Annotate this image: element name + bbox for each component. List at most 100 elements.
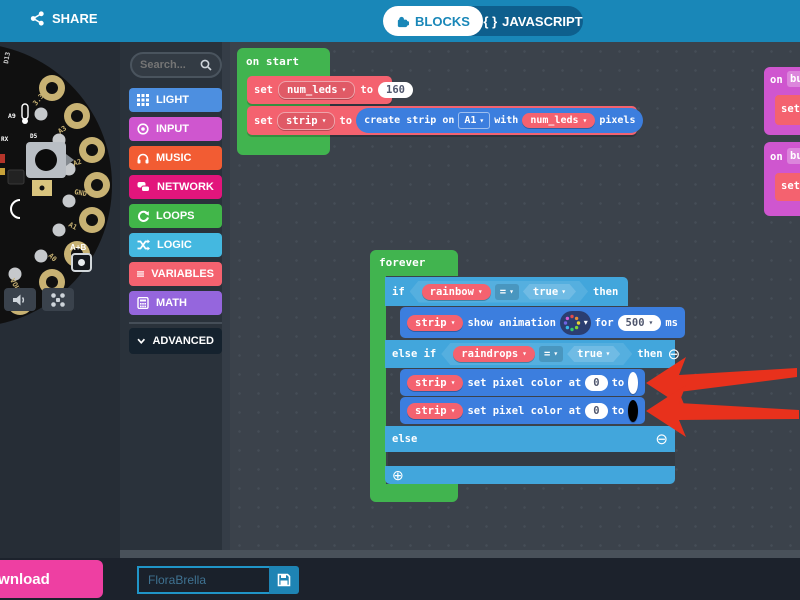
calculator-icon [137, 297, 149, 309]
number-input[interactable]: 160 [378, 82, 413, 98]
forever-foot [370, 484, 458, 502]
variable-dropdown[interactable]: num_leds▾ [278, 81, 355, 99]
simulator-panel: 3.3V A3 A2 GND A1 A0 VOUT D13 A9 RX D5 [0, 42, 120, 558]
add-branch-button[interactable]: ⊕ [392, 468, 404, 482]
set-num-leds-block[interactable]: set num_leds▾ to 160 [247, 76, 392, 104]
forever-block[interactable]: forever [370, 250, 458, 276]
boolean-dropdown[interactable]: true▾ [567, 346, 620, 362]
button-dropdown[interactable]: bu [787, 71, 800, 87]
collapse-branch-button[interactable]: ⊖ [668, 347, 681, 362]
set-block-partial[interactable]: set [775, 173, 800, 201]
editor-toggle: BLOCKS { } JAVASCRIPT [383, 6, 583, 36]
category-input[interactable]: INPUT [129, 117, 222, 141]
keyword: show animation [467, 317, 556, 329]
category-label: MATH [156, 297, 187, 309]
download-label: Download [0, 571, 50, 588]
duration-dropdown[interactable]: 500▾ [618, 315, 662, 331]
condition-slot: rainbow▾ =▾ true▾ [410, 281, 588, 303]
set-strip-block[interactable]: set strip▾ to create strip on A1▾ with n… [247, 106, 637, 135]
color-swatch-white[interactable] [628, 372, 638, 394]
operator-dropdown[interactable]: =▾ [539, 346, 563, 362]
add-branch-row[interactable]: ⊕ [385, 466, 675, 484]
color-swatch-black[interactable] [628, 400, 638, 422]
fullscreen-button[interactable] [42, 288, 74, 311]
keyword: on [770, 74, 783, 86]
keyword: to [339, 115, 352, 127]
on-button-block-2[interactable]: on bu set [764, 142, 800, 216]
on-start-label: on start [246, 55, 299, 68]
category-loops[interactable]: LOOPS [129, 204, 222, 228]
label-a9: A9 [8, 112, 16, 120]
loop-icon [137, 210, 149, 222]
keyword: then [637, 348, 662, 360]
set-pixel-color-block-2[interactable]: strip▾ set pixel color at 0 to [400, 397, 645, 424]
save-icon [277, 573, 291, 587]
category-advanced[interactable]: ADVANCED [129, 328, 222, 354]
number-input[interactable]: 0 [585, 403, 607, 419]
keyword: pixels [599, 115, 635, 126]
else-row[interactable]: else ⊖ [385, 426, 675, 452]
variable-dropdown[interactable]: strip▾ [407, 375, 463, 391]
category-variables[interactable]: VARIABLES [129, 262, 222, 286]
keyword: to [612, 405, 625, 417]
boolean-dropdown[interactable]: true▾ [523, 284, 576, 300]
collapse-branch-button[interactable]: ⊖ [655, 432, 668, 447]
keyword: create strip on [364, 115, 454, 126]
variable-dropdown[interactable]: raindrops▾ [453, 346, 535, 362]
set-pixel-color-block-1[interactable]: strip▾ set pixel color at 0 to [400, 369, 645, 396]
button-dropdown[interactable]: bu [787, 148, 800, 164]
save-button[interactable] [269, 566, 299, 594]
keyword: set pixel color at [467, 377, 581, 389]
category-logic[interactable]: LOGIC [129, 233, 222, 257]
keyword: else [392, 433, 417, 445]
operator-dropdown[interactable]: =▾ [495, 284, 519, 300]
chat-bubbles-icon [137, 181, 150, 193]
pin-dropdown[interactable]: A1▾ [458, 112, 490, 129]
category-music[interactable]: MUSIC [129, 146, 222, 170]
list-icon [137, 268, 144, 280]
project-name-input[interactable] [137, 566, 269, 594]
mute-button[interactable] [4, 288, 36, 311]
category-network[interactable]: NETWORK [129, 175, 222, 199]
keyword: else if [392, 348, 436, 360]
share-button[interactable]: SHARE [30, 11, 98, 26]
variable-dropdown[interactable]: strip▾ [407, 315, 463, 331]
variable-dropdown[interactable]: num_leds▾ [522, 113, 595, 128]
empty-statement-slot[interactable] [388, 452, 675, 466]
share-label: SHARE [52, 11, 98, 26]
block-workspace[interactable]: on start set num_leds▾ to 160 set strip▾… [230, 42, 800, 558]
elseif-row[interactable]: else if raindrops▾ =▾ true▾ then ⊖ [385, 340, 675, 368]
keyword: for [595, 317, 614, 329]
tab-blocks-label: BLOCKS [415, 14, 470, 29]
set-block-partial[interactable]: set [775, 95, 800, 125]
keyword: to [360, 84, 373, 96]
share-icon [30, 11, 45, 26]
toolbox-search[interactable] [130, 52, 222, 78]
variable-dropdown[interactable]: strip▾ [407, 403, 463, 419]
download-button[interactable]: Download [0, 560, 103, 598]
search-input[interactable] [140, 59, 200, 71]
tab-blocks[interactable]: BLOCKS [383, 6, 483, 36]
show-animation-block[interactable]: strip▾ show animation ▾ for 500▾ ms [400, 307, 685, 338]
keyword: if [392, 286, 405, 298]
toolbox-gutter [222, 42, 230, 558]
tab-javascript[interactable]: { } JAVASCRIPT [483, 14, 583, 29]
category-label: ADVANCED [152, 335, 214, 347]
number-input[interactable]: 0 [585, 375, 607, 391]
variable-dropdown[interactable]: strip▾ [277, 112, 335, 130]
label-rx: RX [1, 136, 9, 143]
on-button-block-1[interactable]: on bu set [764, 67, 800, 135]
category-label: INPUT [156, 123, 189, 135]
footer-bar: Download [0, 558, 800, 600]
rainbow-animation-icon [563, 314, 581, 332]
speaker-icon [13, 294, 27, 306]
create-strip-block[interactable]: create strip on A1▾ with num_leds▾ pixel… [356, 108, 643, 133]
keyword: set pixel color at [467, 405, 581, 417]
chevron-down-icon [137, 336, 145, 346]
if-block-header[interactable]: if rainbow▾ =▾ true▾ then [385, 277, 628, 306]
shuffle-icon [137, 239, 150, 251]
category-math[interactable]: MATH [129, 291, 222, 315]
variable-dropdown[interactable]: rainbow▾ [422, 284, 491, 300]
animation-dropdown[interactable]: ▾ [560, 311, 591, 335]
category-light[interactable]: LIGHT [129, 88, 222, 112]
